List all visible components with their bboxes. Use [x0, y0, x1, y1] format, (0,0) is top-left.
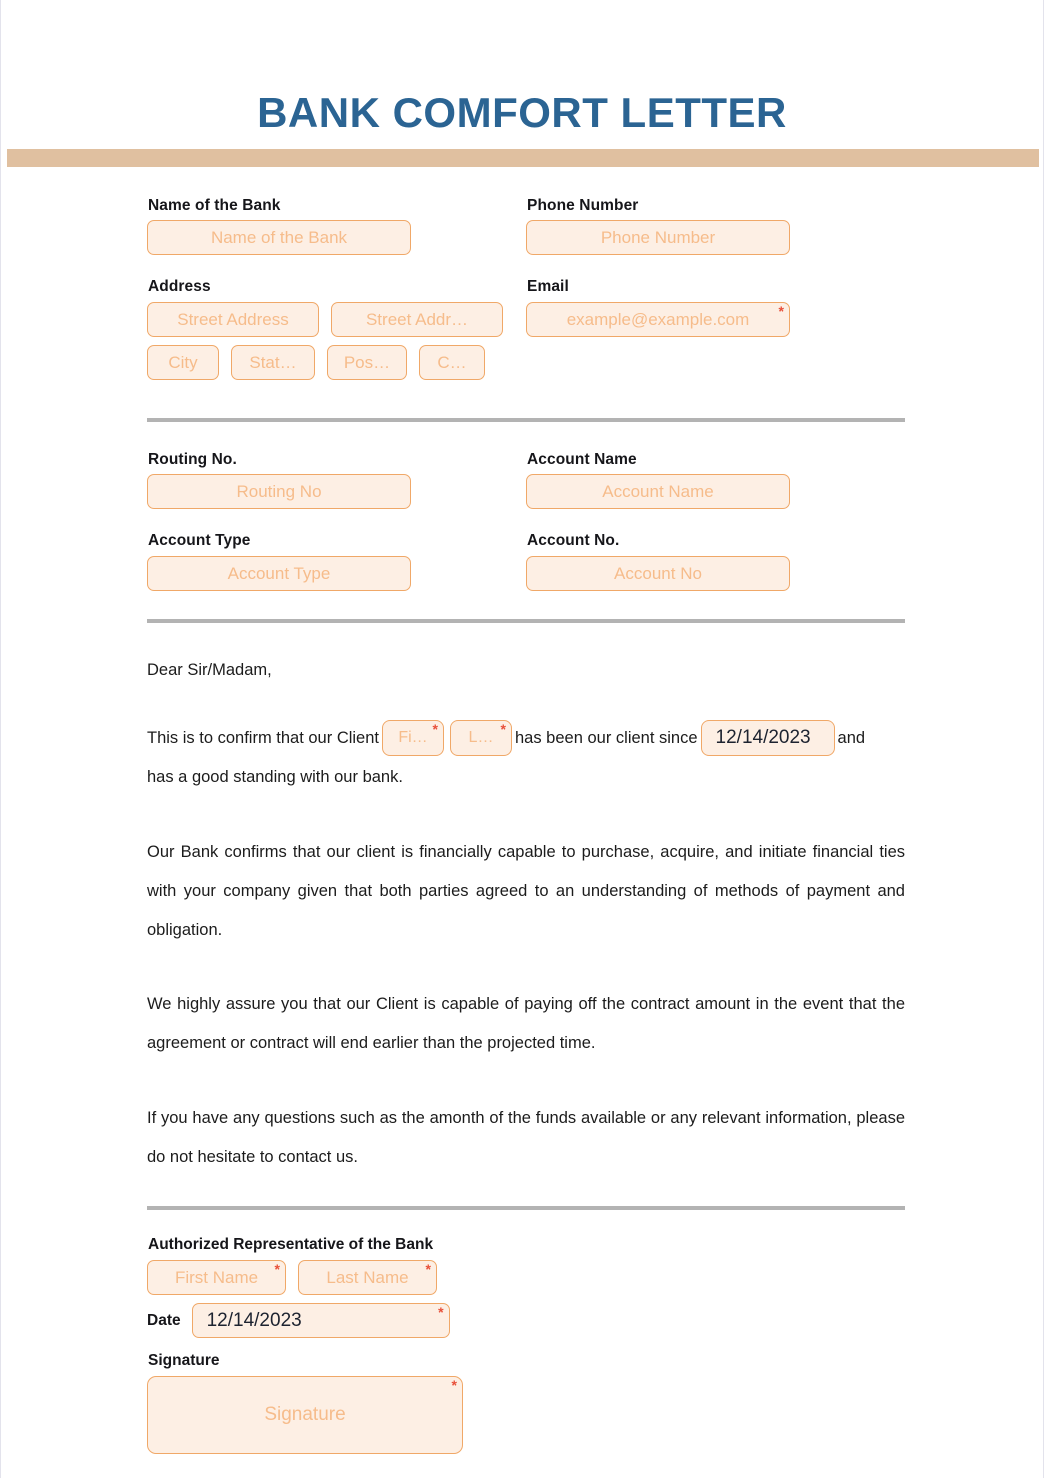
representative-last-name-placeholder: Last Name	[326, 1268, 409, 1288]
address-label: Address	[148, 278, 211, 296]
signature-date-input[interactable]: 12/14/2023 *	[191, 1303, 450, 1339]
state-placeholder: Stat…	[249, 352, 297, 372]
account-name-placeholder: Account Name	[602, 482, 714, 502]
routing-no-placeholder: Routing No	[236, 482, 322, 502]
country-input[interactable]: C…	[419, 344, 485, 380]
street-address-line2-placeholder: Street Addr…	[365, 309, 469, 329]
client-since-date-value: 12/14/2023	[715, 727, 811, 749]
signature-date-required-asterisk: *	[438, 1304, 444, 1321]
account-left-column: Routing No. Routing No Account Type Acco…	[147, 450, 526, 591]
address-locality-row: City Stat… Pos… C…	[147, 344, 526, 380]
country-placeholder: C…	[437, 352, 467, 372]
representative-first-name-required-asterisk: *	[274, 1261, 280, 1278]
account-no-placeholder: Account No	[614, 563, 702, 583]
street-address-line2-input[interactable]: Street Addr…	[331, 301, 503, 337]
city-input[interactable]: City	[147, 344, 219, 380]
client-first-name-input[interactable]: Fi… *	[382, 719, 444, 756]
confirm-suffix-text: and	[837, 729, 866, 748]
client-last-name-required-asterisk: *	[500, 720, 506, 737]
email-label: Email	[527, 278, 569, 296]
confirmation-paragraph: This is to confirm that our Client Fi… * L……	[147, 719, 905, 758]
signature-date-value: 12/14/2023	[206, 1310, 302, 1332]
form-content: Name of the Bank Name of the Bank Addres…	[147, 196, 905, 1455]
bank-name-placeholder: Name of the Bank	[210, 228, 348, 248]
bank-name-input[interactable]: Name of the Bank	[147, 220, 411, 256]
representative-last-name-required-asterisk: *	[425, 1261, 431, 1278]
phone-number-label: Phone Number	[527, 197, 639, 214]
bank-info-right-column: Phone Number Phone Number Email example@…	[526, 196, 905, 388]
representative-last-name-input[interactable]: Last Name *	[298, 1260, 437, 1296]
city-placeholder: City	[168, 352, 198, 372]
representative-name-row: First Name * Last Name *	[147, 1260, 905, 1296]
phone-number-placeholder: Phone Number	[600, 228, 716, 248]
paragraph-financial-capability: Our Bank confirms that our client is fin…	[147, 843, 905, 939]
account-type-label: Account Type	[148, 532, 251, 550]
email-placeholder: example@example.com	[566, 309, 750, 329]
client-since-date-input[interactable]: 12/14/2023	[700, 719, 835, 756]
email-input[interactable]: example@example.com *	[526, 301, 790, 337]
account-type-input[interactable]: Account Type	[147, 555, 411, 591]
letter-body: Dear Sir/Madam, This is to confirm that …	[147, 623, 905, 1177]
routing-no-label: Routing No.	[148, 450, 237, 468]
account-info-section: Routing No. Routing No Account Type Acco…	[147, 450, 905, 591]
representative-first-name-placeholder: First Name	[174, 1268, 259, 1288]
salutation: Dear Sir/Madam,	[147, 660, 272, 679]
routing-no-input[interactable]: Routing No	[147, 474, 411, 510]
signature-section: Authorized Representative of the Bank Fi…	[147, 1236, 905, 1455]
email-required-asterisk: *	[778, 302, 784, 319]
bank-info-left-column: Name of the Bank Name of the Bank Addres…	[147, 196, 526, 388]
signature-label: Signature	[148, 1352, 220, 1370]
signature-required-asterisk: *	[451, 1377, 457, 1394]
representative-first-name-input[interactable]: First Name *	[147, 1260, 286, 1296]
state-input[interactable]: Stat…	[231, 344, 315, 380]
authorized-representative-heading: Authorized Representative of the Bank	[148, 1236, 434, 1254]
street-address-line1-input[interactable]: Street Address	[147, 301, 319, 337]
account-no-input[interactable]: Account No	[526, 555, 790, 591]
postal-code-placeholder: Pos…	[343, 352, 391, 372]
title-accent-band	[7, 149, 1039, 167]
bank-name-label: Name of the Bank	[148, 197, 281, 214]
confirm-middle-text: has been our client since	[515, 729, 698, 748]
signature-date-row: Date 12/14/2023 *	[147, 1303, 905, 1339]
document-page: BANK COMFORT LETTER Name of the Bank Nam…	[0, 0, 1044, 1478]
signature-placeholder: Signature	[264, 1404, 346, 1426]
signature-date-label: Date	[147, 1311, 181, 1329]
paragraph-contact: If you have any questions such as the am…	[147, 1108, 905, 1166]
bank-info-section: Name of the Bank Name of the Bank Addres…	[147, 196, 905, 388]
phone-number-input[interactable]: Phone Number	[526, 220, 790, 256]
confirmation-paragraph-line2: has a good standing with our bank.	[147, 768, 403, 787]
street-address-line1-placeholder: Street Address	[177, 309, 289, 329]
confirm-prefix-text: This is to confirm that our Client	[147, 729, 379, 748]
client-last-name-placeholder: L…	[468, 728, 494, 746]
signature-pad[interactable]: Signature *	[147, 1376, 463, 1455]
account-right-column: Account Name Account Name Account No. Ac…	[526, 450, 905, 591]
address-street-row: Street Address Street Addr…	[147, 301, 526, 337]
client-last-name-input[interactable]: L… *	[450, 719, 512, 756]
paragraph-assurance: We highly assure you that our Client is …	[147, 995, 905, 1053]
account-type-placeholder: Account Type	[227, 563, 331, 583]
account-name-label: Account Name	[527, 450, 637, 468]
page-title: BANK COMFORT LETTER	[257, 89, 787, 136]
client-first-name-placeholder: Fi…	[398, 728, 428, 746]
account-name-input[interactable]: Account Name	[526, 474, 790, 510]
account-no-label: Account No.	[527, 532, 620, 550]
postal-code-input[interactable]: Pos…	[327, 344, 407, 380]
client-first-name-required-asterisk: *	[432, 720, 438, 737]
